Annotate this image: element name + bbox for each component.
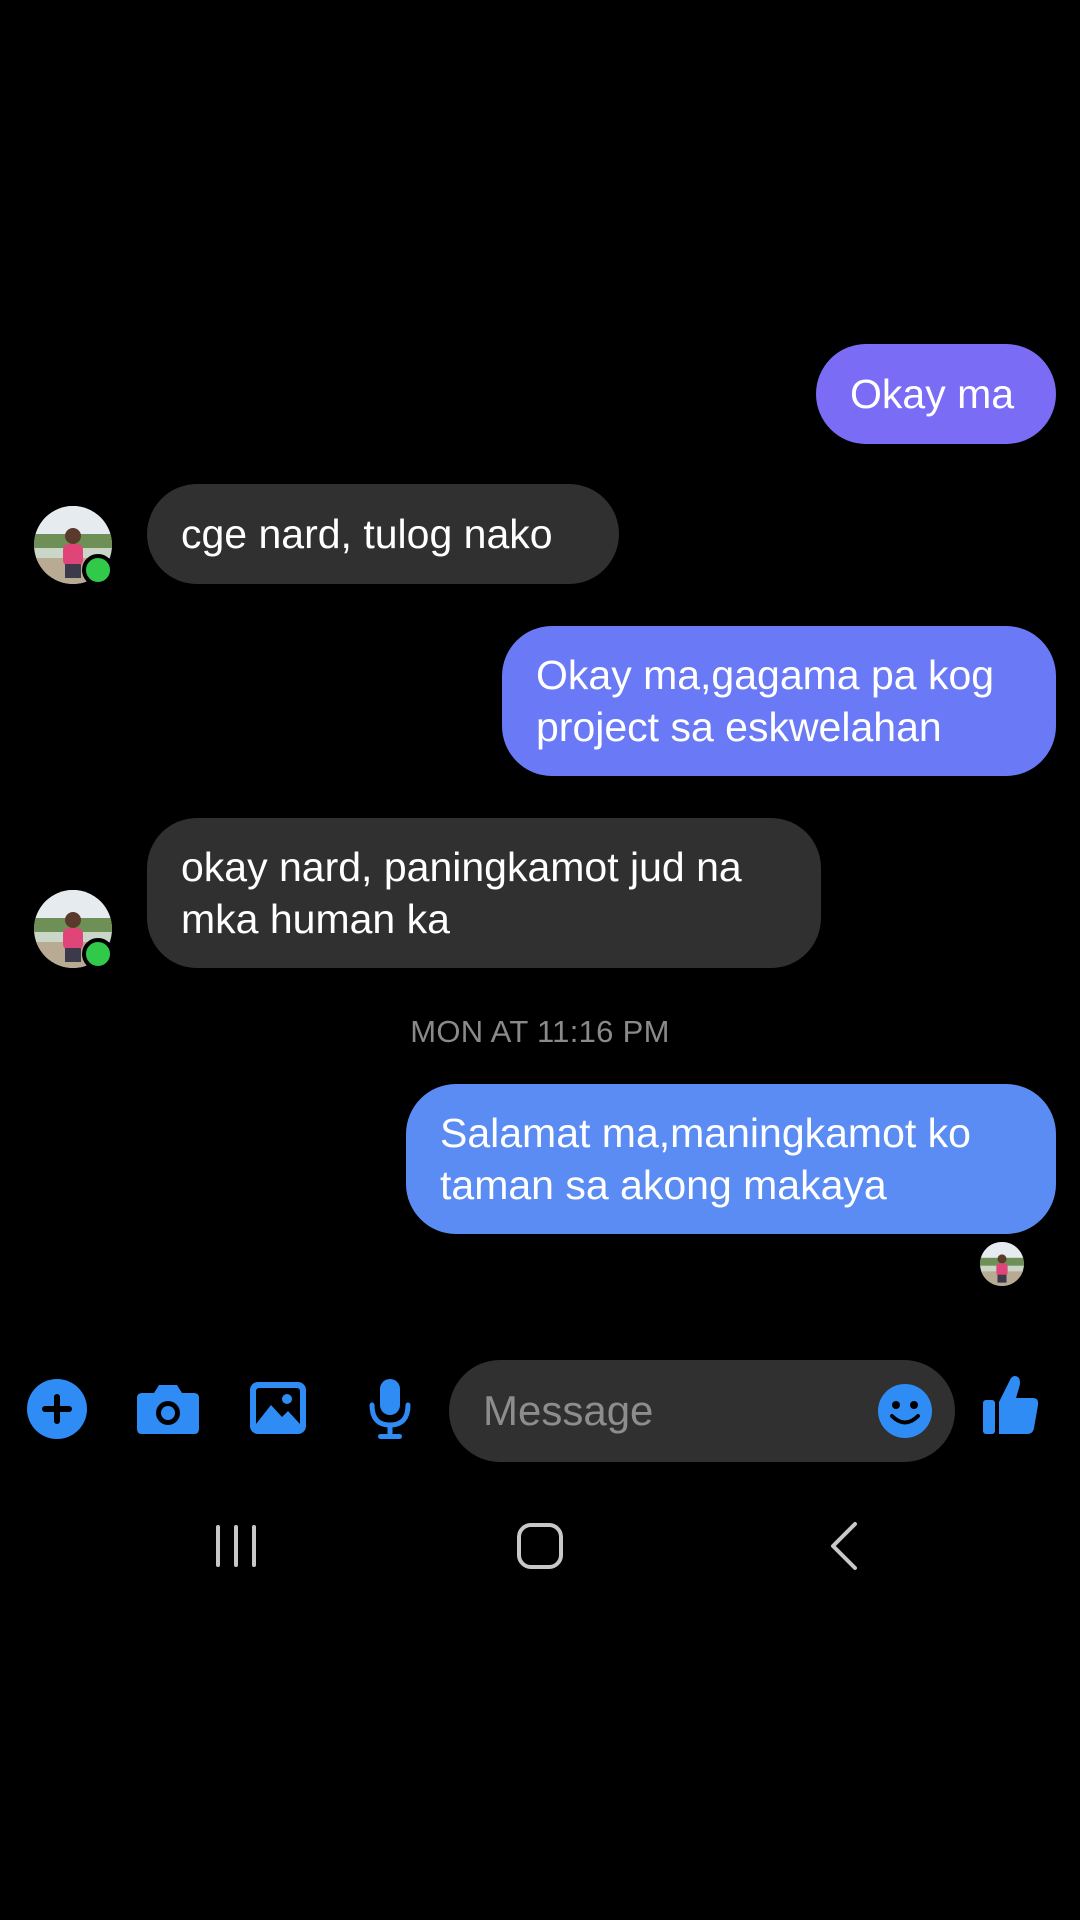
camera-icon[interactable] <box>132 1378 204 1440</box>
online-status-dot <box>82 554 114 586</box>
seen-indicator-avatar <box>980 1242 1024 1286</box>
online-status-dot <box>82 938 114 970</box>
back-icon[interactable] <box>816 1518 872 1574</box>
message-bubble-received[interactable]: okay nard, paningkamot jud na mka human … <box>147 818 821 968</box>
message-bubble-received[interactable]: cge nard, tulog nako <box>147 484 619 584</box>
message-timestamp: MON AT 11:16 PM <box>410 1014 670 1049</box>
recent-apps-icon[interactable] <box>206 1518 266 1574</box>
message-text: cge nard, tulog nako <box>181 511 553 557</box>
thumbs-up-icon[interactable] <box>980 1372 1042 1438</box>
emoji-icon[interactable] <box>876 1382 934 1440</box>
message-text: Salamat ma,maningkamot ko taman sa akong… <box>440 1110 971 1208</box>
message-bubble-sent[interactable]: Okay ma <box>816 344 1056 444</box>
contact-avatar[interactable] <box>34 890 114 970</box>
contact-avatar[interactable] <box>34 506 114 586</box>
message-text: Okay ma <box>850 371 1015 417</box>
message-input-placeholder: Message <box>483 1387 654 1434</box>
image-icon[interactable] <box>246 1378 310 1438</box>
message-text: okay nard, paningkamot jud na mka human … <box>181 844 742 942</box>
message-bubble-sent[interactable]: Salamat ma,maningkamot ko taman sa akong… <box>406 1084 1056 1234</box>
message-text: Okay ma,gagama pa kog project sa eskwela… <box>536 652 995 750</box>
microphone-icon[interactable] <box>362 1374 418 1444</box>
home-icon[interactable] <box>508 1518 572 1574</box>
message-bubble-sent[interactable]: Okay ma,gagama pa kog project sa eskwela… <box>502 626 1056 776</box>
plus-icon[interactable] <box>24 1376 90 1442</box>
